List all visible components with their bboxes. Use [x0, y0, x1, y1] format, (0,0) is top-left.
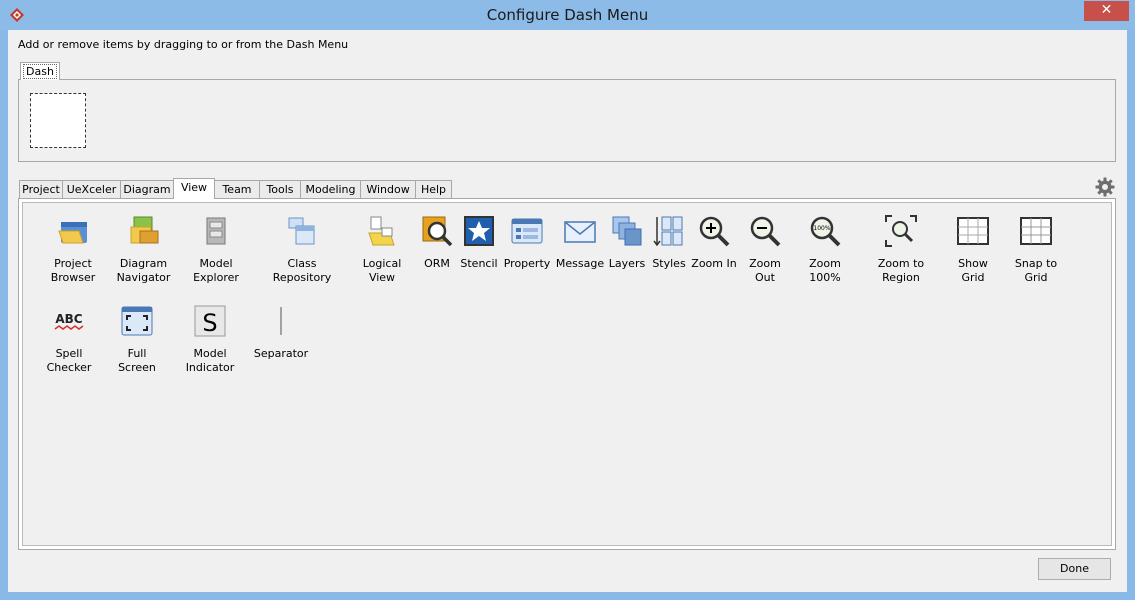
item-model-indicator[interactable]: S Model Indicator	[169, 305, 251, 375]
full-screen-icon	[121, 306, 153, 336]
item-snap-to-grid[interactable]: Snap to Grid	[1003, 215, 1069, 285]
done-button[interactable]: Done	[1038, 558, 1111, 580]
zoom-100-text: 100%	[813, 225, 830, 232]
logical-view-icon	[368, 216, 395, 246]
separator-icon	[280, 307, 282, 335]
model-explorer-icon	[206, 217, 226, 245]
view-items-panel: Project Browser Diagram Navigator Model …	[18, 198, 1116, 550]
item-show-grid[interactable]: Show Grid	[945, 215, 1001, 285]
item-full-screen[interactable]: Full Screen	[107, 305, 167, 375]
item-zoom-100[interactable]: 100% Zoom 100%	[793, 215, 857, 285]
property-icon	[511, 218, 543, 244]
item-stencil[interactable]: Stencil	[459, 215, 499, 285]
tab-modeling[interactable]: Modeling	[300, 180, 361, 198]
item-orm[interactable]: ORM	[417, 215, 457, 285]
tab-view[interactable]: View	[173, 178, 215, 199]
item-diagram-navigator[interactable]: Diagram Navigator	[116, 215, 171, 295]
zoom-out-icon	[750, 216, 781, 247]
diagram-navigator-icon	[130, 216, 158, 244]
tab-window[interactable]: Window	[360, 180, 416, 198]
item-project-browser[interactable]: Project Browser	[33, 215, 113, 285]
close-button[interactable]: ✕	[1084, 1, 1129, 21]
item-spell-checker[interactable]: ABC Spell Checker	[33, 305, 105, 375]
window-title: Configure Dash Menu	[486, 6, 649, 24]
tab-tools[interactable]: Tools	[259, 180, 301, 198]
item-message[interactable]: Message	[555, 215, 605, 285]
item-styles[interactable]: Styles	[649, 215, 689, 285]
item-property[interactable]: Property	[501, 215, 553, 285]
spell-checker-icon: ABC	[54, 312, 84, 330]
layers-icon	[612, 216, 642, 246]
item-class-repository[interactable]: Class Repository	[259, 215, 345, 285]
item-zoom-to-region[interactable]: Zoom to Region	[859, 215, 943, 285]
item-zoom-in[interactable]: Zoom In	[691, 215, 737, 285]
tab-dash[interactable]: Dash	[20, 62, 60, 80]
instructions-text: Add or remove items by dragging to or fr…	[18, 38, 349, 51]
project-browser-icon	[58, 222, 87, 244]
tab-diagram[interactable]: Diagram	[120, 180, 174, 198]
item-logical-view[interactable]: Logical View	[349, 215, 415, 285]
configure-dash-menu-window: Configure Dash Menu ✕ Add or remove item…	[0, 0, 1135, 600]
zoom-to-region-icon	[885, 215, 917, 247]
tab-team[interactable]: Team	[214, 180, 260, 198]
snap-to-grid-icon	[1020, 217, 1052, 245]
message-icon	[564, 221, 596, 243]
item-zoom-out[interactable]: Zoom Out	[739, 215, 791, 285]
dialog-body: Add or remove items by dragging to or fr…	[8, 30, 1127, 592]
gear-icon[interactable]	[1095, 177, 1115, 197]
tab-project[interactable]: Project	[19, 180, 63, 198]
zoom-in-icon	[699, 216, 730, 247]
item-model-explorer[interactable]: Model Explorer	[176, 215, 256, 285]
dash-drop-target[interactable]	[30, 93, 86, 148]
styles-icon	[653, 216, 683, 247]
tab-uexceler[interactable]: UeXceler	[62, 180, 121, 198]
spell-checker-text: ABC	[55, 312, 82, 326]
view-items-area: Project Browser Diagram Navigator Model …	[22, 202, 1112, 546]
titlebar: Configure Dash Menu ✕	[0, 0, 1135, 30]
model-indicator-letter: S	[202, 309, 217, 337]
item-separator[interactable]: Separator	[253, 305, 309, 375]
orm-icon	[422, 216, 453, 247]
item-layers[interactable]: Layers	[607, 215, 647, 285]
stencil-icon	[464, 216, 494, 246]
dash-menu-panel	[18, 79, 1116, 162]
zoom-100-icon: 100%	[810, 216, 841, 247]
model-indicator-icon: S	[194, 305, 226, 337]
class-repository-icon	[288, 217, 315, 245]
show-grid-icon	[957, 217, 989, 245]
tab-help[interactable]: Help	[415, 180, 452, 198]
